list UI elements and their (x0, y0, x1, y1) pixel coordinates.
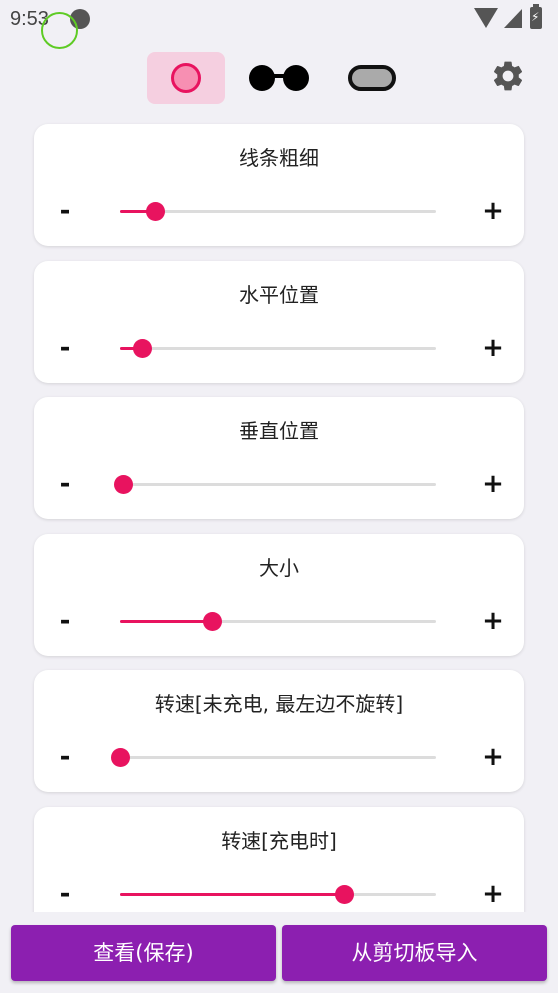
increase-button[interactable]: + (478, 333, 508, 363)
slider-title: 大小 (259, 556, 299, 580)
decrease-button[interactable]: - (50, 196, 80, 226)
slider-thumb[interactable] (202, 612, 222, 631)
slider-thumb[interactable] (335, 885, 355, 904)
import-from-clipboard-button[interactable]: 从剪切板导入 (282, 925, 547, 981)
circle-mode-button[interactable] (147, 52, 225, 104)
slider-thumb[interactable] (145, 202, 165, 221)
slider-card-speed-charging: 转速[充电时] - + (34, 807, 524, 912)
vertical-position-slider[interactable] (114, 475, 436, 494)
slider-track (120, 347, 436, 350)
slider-card-speed-uncharged: 转速[未充电, 最左边不旋转] - + (34, 670, 524, 792)
slider-track (120, 483, 436, 486)
increase-button[interactable]: + (478, 196, 508, 226)
slider-thumb[interactable] (114, 475, 134, 494)
increase-button[interactable]: + (478, 879, 508, 909)
line-width-slider[interactable] (120, 202, 436, 221)
view-save-button[interactable]: 查看(保存) (11, 925, 276, 981)
slider-fill (120, 620, 212, 623)
decrease-button[interactable]: - (50, 333, 80, 363)
decrease-button[interactable]: - (50, 742, 80, 772)
pill-mode-button[interactable] (333, 52, 411, 104)
slider-list[interactable]: 线条粗细 - + 水平位置 - + 垂直位置 - + 大小 - + 转速[未充电… (0, 112, 558, 912)
slider-card-vertical-position: 垂直位置 - + (34, 397, 524, 519)
overlay-ring-preview (41, 12, 78, 49)
slider-title: 水平位置 (239, 283, 319, 307)
speed-charging-slider[interactable] (120, 885, 436, 904)
signal-icon (504, 9, 522, 28)
battery-charging-icon (530, 4, 542, 29)
size-slider[interactable] (120, 612, 436, 631)
slider-track (120, 210, 436, 213)
decrease-button[interactable]: - (50, 879, 80, 909)
increase-button[interactable]: + (478, 469, 508, 499)
wifi-icon (474, 8, 498, 28)
slider-thumb[interactable] (111, 748, 130, 767)
slider-thumb[interactable] (133, 339, 153, 358)
increase-button[interactable]: + (478, 742, 508, 772)
mode-toolbar (0, 52, 558, 106)
slider-title: 转速[充电时] (221, 829, 337, 853)
speed-uncharged-slider[interactable] (111, 748, 436, 767)
status-icons (474, 4, 550, 32)
decrease-button[interactable]: - (50, 469, 80, 499)
status-bar: 9:53 (0, 0, 558, 40)
increase-button[interactable]: + (478, 606, 508, 636)
glasses-mode-button[interactable] (240, 52, 318, 104)
gear-icon (493, 61, 523, 91)
slider-card-horizontal-position: 水平位置 - + (34, 261, 524, 383)
slider-card-line-width: 线条粗细 - + (34, 124, 524, 246)
slider-title: 转速[未充电, 最左边不旋转] (154, 692, 404, 716)
slider-card-size: 大小 - + (34, 534, 524, 656)
decrease-button[interactable]: - (50, 606, 80, 636)
slider-title: 垂直位置 (239, 419, 319, 443)
slider-fill (120, 893, 345, 896)
circle-icon (171, 63, 201, 93)
horizontal-position-slider[interactable] (120, 339, 436, 358)
slider-title: 线条粗细 (239, 146, 319, 170)
pill-icon (348, 65, 396, 91)
slider-track (120, 756, 436, 759)
glasses-icon (249, 63, 309, 93)
settings-button[interactable] (490, 58, 526, 94)
